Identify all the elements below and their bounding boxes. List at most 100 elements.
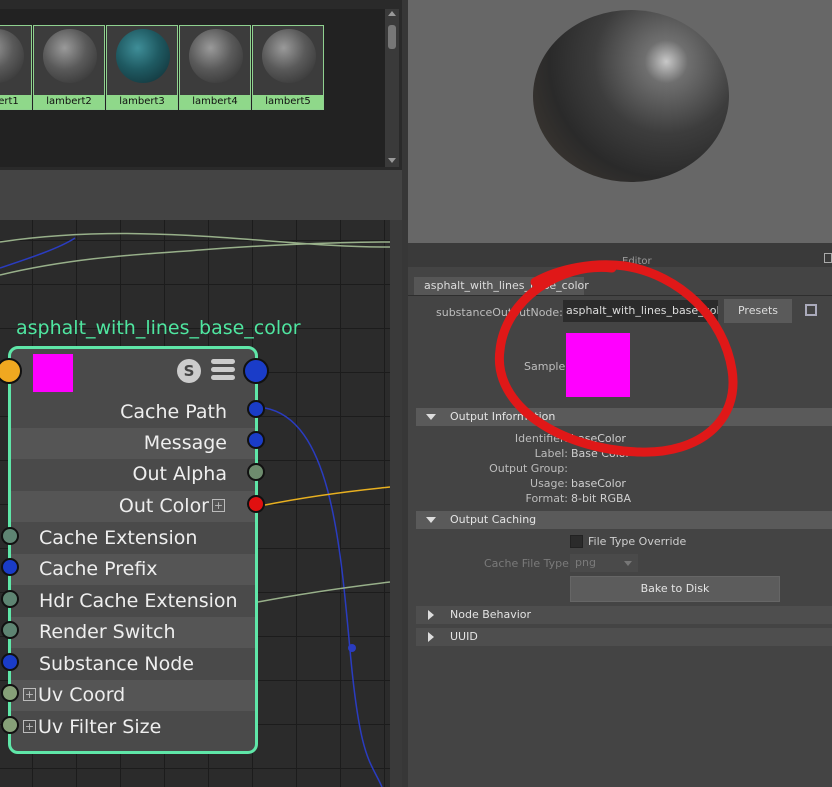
swatch-label: lambert5 xyxy=(253,95,323,109)
section-output-information[interactable]: Output Information xyxy=(416,408,832,426)
section-uuid[interactable]: UUID xyxy=(416,628,832,646)
chevron-down-icon xyxy=(624,561,632,566)
material-swatch-panel: lambert1 lambert2 lambert3 lambert4 lamb… xyxy=(0,0,402,170)
section-title: Output Caching xyxy=(450,513,537,526)
output-row-out-color: Out Color + xyxy=(11,491,255,522)
node-editor-graph[interactable]: asphalt_with_lines_base_color S Cache Pa… xyxy=(0,220,390,787)
port-label: Cache Path xyxy=(120,401,227,423)
info-key: Label: xyxy=(534,447,568,460)
sample-label: Sample xyxy=(524,360,566,373)
port-uv-coord[interactable] xyxy=(1,684,19,702)
scroll-up-icon[interactable] xyxy=(388,11,396,16)
info-value: 8-bit RGBA xyxy=(571,492,632,505)
swatch-lambert2[interactable]: lambert2 xyxy=(33,25,105,110)
port-label: Cache Prefix xyxy=(39,558,158,580)
focus-icon[interactable] xyxy=(805,304,817,316)
section-node-behavior[interactable]: Node Behavior xyxy=(416,606,832,624)
swatch-scrollbar[interactable] xyxy=(385,9,399,167)
bake-to-disk-button[interactable]: Bake to Disk xyxy=(570,576,780,602)
output-row-message: Message xyxy=(11,428,255,459)
swatch-label: lambert1 xyxy=(0,95,31,109)
port-label: Message xyxy=(143,432,227,454)
input-row-hdr-cache-extension: Hdr Cache Extension xyxy=(11,586,255,617)
graph-scroll-edge xyxy=(390,220,402,787)
port-label: Render Switch xyxy=(39,621,176,643)
port-cache-prefix[interactable] xyxy=(1,558,19,576)
port-label: Cache Extension xyxy=(39,527,198,549)
node-name-field[interactable]: asphalt_with_lines_base_color xyxy=(563,300,718,322)
swatch-lambert3[interactable]: lambert3 xyxy=(106,25,178,110)
tab-node[interactable]: asphalt_with_lines_base_color xyxy=(414,277,589,295)
info-value: Base Color xyxy=(571,447,631,460)
swatch-lambert1[interactable]: lambert1 xyxy=(0,25,32,110)
maya-workspace: lambert1 lambert2 lambert3 lambert4 lamb… xyxy=(0,0,832,787)
swatch-area: lambert1 lambert2 lambert3 lambert4 lamb… xyxy=(0,9,385,167)
collapse-triangle-icon xyxy=(428,632,434,642)
port-render-switch[interactable] xyxy=(1,621,19,639)
swatch-ball xyxy=(116,29,170,83)
output-row-out-alpha: Out Alpha xyxy=(11,459,255,490)
port-substance-node[interactable] xyxy=(1,653,19,671)
node-title: asphalt_with_lines_base_color xyxy=(16,317,301,339)
info-value: baseColor xyxy=(571,477,626,490)
port-out-color[interactable] xyxy=(247,495,265,513)
scroll-down-icon[interactable] xyxy=(388,158,396,163)
port-cache-extension[interactable] xyxy=(1,527,19,545)
swatch-ball xyxy=(0,29,24,83)
editor-title: Editor xyxy=(622,256,652,267)
substance-s-icon[interactable]: S xyxy=(177,359,201,383)
port-label: Uv Filter Size xyxy=(38,716,162,738)
swatch-lambert5[interactable]: lambert5 xyxy=(252,25,324,110)
swatch-ball xyxy=(43,29,97,83)
node-menu-icon[interactable] xyxy=(211,359,235,381)
cache-file-type-select[interactable]: png xyxy=(570,554,638,572)
expand-triangle-icon xyxy=(426,414,436,420)
panel-gap xyxy=(0,170,402,220)
scroll-thumb[interactable] xyxy=(388,25,396,49)
info-key: Usage: xyxy=(530,477,568,490)
preview-sphere xyxy=(533,10,729,182)
substance-output-node[interactable]: S Cache Path Message Out Alpha Out Color… xyxy=(8,346,258,754)
section-title: UUID xyxy=(450,630,478,643)
swatch-label: lambert3 xyxy=(107,95,177,109)
expand-triangle-icon xyxy=(426,517,436,523)
wire-midpoint xyxy=(348,644,356,652)
swatch-ball xyxy=(262,29,316,83)
info-key: Identifier: xyxy=(514,432,568,445)
info-key: Output Group: xyxy=(489,462,568,475)
select-value: png xyxy=(575,556,596,569)
node-output-port[interactable] xyxy=(243,358,269,384)
port-out-alpha[interactable] xyxy=(247,463,265,481)
node-field-label: substanceOutputNode: xyxy=(436,306,563,319)
file-type-override-checkbox[interactable] xyxy=(570,535,583,548)
port-cache-path[interactable] xyxy=(247,400,265,418)
section-title: Node Behavior xyxy=(450,608,532,621)
section-title: Output Information xyxy=(450,410,556,423)
port-uv-filter-size[interactable] xyxy=(1,716,19,734)
panel-corner-icon[interactable] xyxy=(824,253,832,263)
port-label: Out Color xyxy=(118,495,209,517)
port-hdr-cache-extension[interactable] xyxy=(1,590,19,608)
port-label: Out Alpha xyxy=(132,463,227,485)
presets-button[interactable]: Presets xyxy=(724,299,792,323)
output-row-cache-path: Cache Path xyxy=(11,397,255,428)
port-message[interactable] xyxy=(247,431,265,449)
info-key: Format: xyxy=(525,492,568,505)
port-label: Uv Coord xyxy=(38,684,126,706)
info-value: baseColor xyxy=(571,432,626,445)
input-row-uv-filter-size: + Uv Filter Size xyxy=(11,712,255,743)
section-output-caching[interactable]: Output Caching xyxy=(416,511,832,529)
swatch-lambert4[interactable]: lambert4 xyxy=(179,25,251,110)
cache-file-type-label: Cache File Type xyxy=(484,557,569,570)
tab-divider xyxy=(408,295,832,296)
file-type-override-label: File Type Override xyxy=(588,535,687,548)
port-label: Hdr Cache Extension xyxy=(39,590,238,612)
input-row-render-switch: Render Switch xyxy=(11,617,255,648)
expand-plus-icon[interactable]: + xyxy=(212,498,225,512)
input-row-substance-node: Substance Node xyxy=(11,649,255,680)
collapse-triangle-icon xyxy=(428,610,434,620)
expand-plus-icon[interactable]: + xyxy=(23,687,36,701)
expand-plus-icon[interactable]: + xyxy=(23,719,36,733)
swatch-ball xyxy=(189,29,243,83)
material-preview xyxy=(408,0,832,243)
